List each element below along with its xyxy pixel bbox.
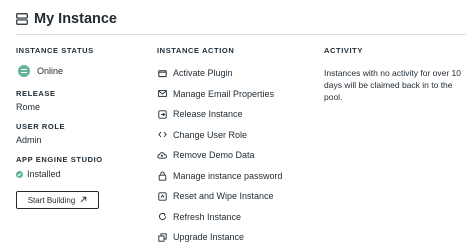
- reset-icon: [157, 191, 167, 201]
- instance-status-value: Online: [37, 66, 64, 76]
- manage-instance-password-action[interactable]: Manage instance password: [157, 171, 283, 181]
- release-instance-action[interactable]: Release Instance: [157, 109, 243, 119]
- release-icon: [157, 109, 167, 119]
- activity-description: Instances with no activity for over 10 d…: [324, 68, 462, 102]
- manage-email-properties-label: Manage Email Properties: [173, 88, 275, 99]
- manage-email-properties-action[interactable]: Manage Email Properties: [157, 89, 274, 99]
- activate-plugin-action[interactable]: Activate Plugin: [157, 68, 233, 78]
- manage-instance-password-label: Manage instance password: [173, 170, 283, 181]
- refresh-instance-label: Refresh Instance: [173, 211, 242, 222]
- upgrade-instance-action[interactable]: Upgrade Instance: [157, 232, 244, 242]
- remove-demo-data-action[interactable]: Remove Demo Data: [157, 150, 255, 160]
- user-role-label: USER ROLE: [16, 122, 66, 131]
- instance-info-column: INSTANCE STATUS Online RELEASE Rome USER…: [16, 46, 146, 246]
- cloud-icon: [157, 150, 167, 160]
- release-value: Rome: [16, 102, 41, 112]
- check-circle-icon: [16, 170, 23, 178]
- user-role-value: Admin: [16, 135, 42, 145]
- app-engine-studio-label: APP ENGINE STUDIO: [16, 155, 103, 164]
- app-engine-studio-section: APP ENGINE STUDIO Installed: [16, 155, 103, 179]
- mail-icon: [157, 89, 167, 99]
- change-user-role-label: Change User Role: [173, 129, 248, 140]
- app-engine-studio-value: Installed: [27, 169, 61, 179]
- page-title: My Instance: [34, 11, 117, 27]
- activity-column: ACTIVITY Instances with no activity for …: [324, 46, 469, 103]
- remove-demo-data-label: Remove Demo Data: [173, 150, 255, 160]
- page-header: My Instance: [0, 0, 474, 38]
- lock-icon: [157, 171, 167, 181]
- release-section: RELEASE Rome: [16, 89, 56, 112]
- release-label: RELEASE: [16, 89, 56, 98]
- instance-action-column: INSTANCE ACTION Activate Plugin Manage E…: [157, 46, 317, 246]
- plugin-box-icon: [157, 68, 167, 78]
- instance-status-label: INSTANCE STATUS: [16, 46, 94, 55]
- code-icon: [157, 130, 167, 140]
- instance-status-section: INSTANCE STATUS Online: [16, 46, 94, 77]
- release-instance-label: Release Instance: [173, 109, 243, 119]
- activity-label: ACTIVITY: [324, 46, 363, 55]
- refresh-instance-action[interactable]: Refresh Instance: [157, 212, 241, 222]
- upgrade-instance-label: Upgrade Instance: [173, 232, 245, 242]
- start-building-button[interactable]: Start Building: [16, 191, 99, 209]
- user-role-section: USER ROLE Admin: [16, 122, 65, 145]
- reset-and-wipe-instance-action[interactable]: Reset and Wipe Instance: [157, 191, 274, 201]
- change-user-role-action[interactable]: Change User Role: [157, 130, 247, 140]
- refresh-icon: [157, 212, 167, 222]
- external-arrow-icon: [80, 196, 87, 205]
- reset-and-wipe-instance-label: Reset and Wipe Instance: [173, 191, 274, 201]
- server-icon: [16, 13, 28, 25]
- activate-plugin-label: Activate Plugin: [173, 68, 233, 78]
- upgrade-icon: [157, 232, 167, 242]
- header-divider: [16, 34, 466, 35]
- online-status-icon: [18, 65, 30, 77]
- instance-action-label: INSTANCE ACTION: [157, 46, 235, 55]
- start-building-label: Start Building: [27, 195, 76, 205]
